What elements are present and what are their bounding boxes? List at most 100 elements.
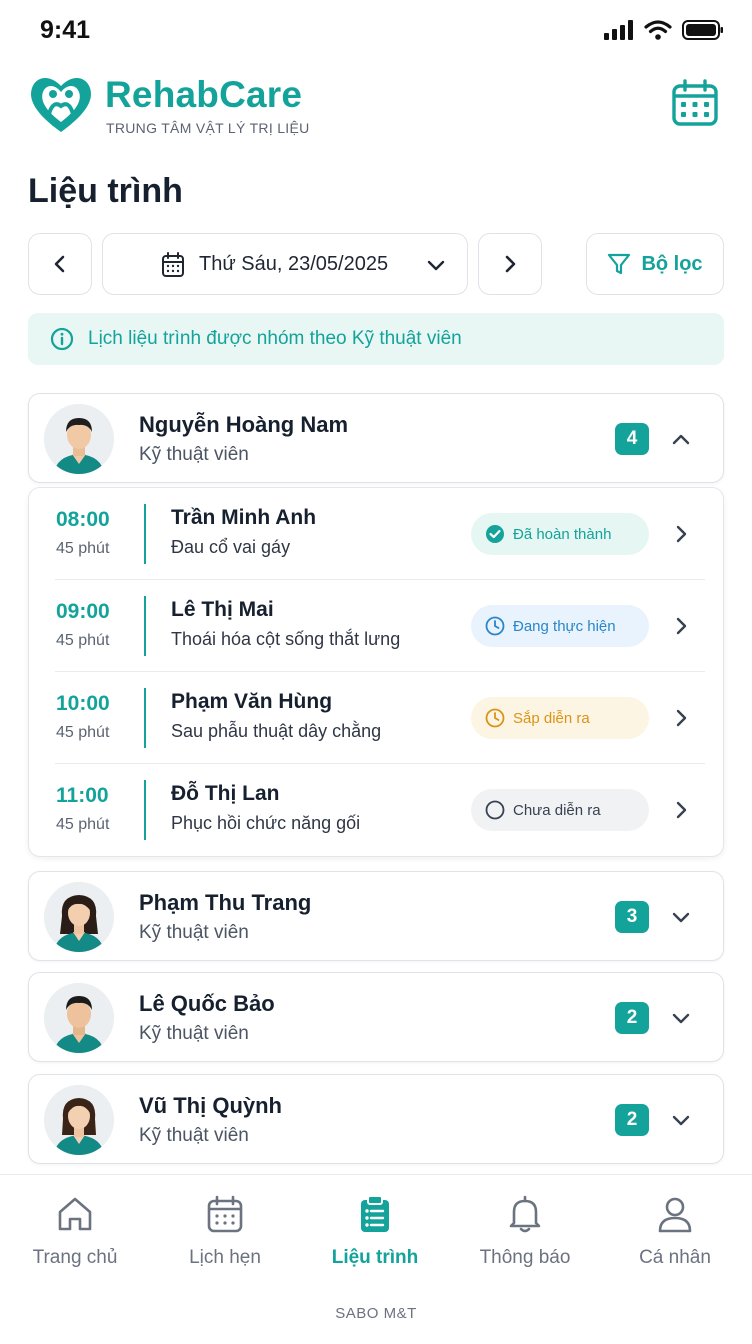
chevron-left-icon	[54, 255, 65, 273]
patient-name: Trần Minh Anh	[171, 506, 317, 529]
nav-label: Cá nhân	[639, 1247, 711, 1268]
time-divider	[144, 596, 146, 656]
calendar-icon[interactable]	[670, 78, 720, 128]
info-text: Lịch liệu trình được nhóm theo Kỹ thuật …	[88, 328, 462, 349]
chevron-right-icon[interactable]	[669, 706, 693, 730]
session-row[interactable]: 11:00 45 phút Đỗ Thị Lan Phục hồi chức n…	[29, 764, 725, 856]
status-text: Sắp diễn ra	[513, 709, 590, 727]
wifi-icon	[644, 20, 672, 40]
session-row[interactable]: 08:00 45 phút Trần Minh Anh Đau cổ vai g…	[29, 488, 725, 580]
calendar-small-icon	[162, 252, 184, 277]
session-time: 08:00	[56, 508, 110, 531]
status-text: Đang thực hiện	[513, 617, 616, 635]
chevron-down-icon[interactable]	[669, 1006, 693, 1030]
clipboard-icon	[361, 1195, 389, 1232]
status-icons	[604, 20, 724, 40]
chevron-right-icon[interactable]	[669, 522, 693, 546]
brand-name: RehabCare	[105, 74, 303, 115]
cellular-signal-icon	[604, 20, 633, 40]
chevron-right-icon[interactable]	[669, 614, 693, 638]
technician-group-header[interactable]: Vũ Thị Quỳnh Kỹ thuật viên 2	[28, 1074, 724, 1164]
nav-label: Thông báo	[479, 1247, 571, 1268]
session-time: 10:00	[56, 692, 110, 715]
date-selector[interactable]: Thứ Sáu, 23/05/2025	[102, 233, 468, 295]
session-time: 11:00	[56, 784, 109, 807]
time-divider	[144, 504, 146, 564]
chevron-down-icon	[427, 260, 445, 271]
status-text: Chưa diễn ra	[513, 801, 601, 819]
session-duration: 45 phút	[56, 632, 110, 649]
battery-icon	[682, 20, 723, 40]
technician-group-header[interactable]: Phạm Thu Trang Kỹ thuật viên 3	[28, 871, 724, 961]
session-count-badge: 3	[615, 901, 649, 933]
nav-item-appointments[interactable]: Lịch hẹn	[150, 1193, 300, 1273]
session-duration: 45 phút	[56, 724, 110, 741]
chevron-down-icon[interactable]	[669, 1108, 693, 1132]
nav-item-home[interactable]: Trang chủ	[0, 1193, 150, 1273]
time-divider	[144, 688, 146, 748]
status-badge: Đang thực hiện	[471, 605, 649, 647]
check-circle-icon	[486, 525, 504, 543]
status-badge: Chưa diễn ra	[471, 789, 649, 831]
session-row[interactable]: 09:00 45 phút Lê Thị Mai Thoái hóa cột s…	[29, 580, 725, 672]
info-icon	[50, 327, 74, 351]
next-day-button[interactable]	[478, 233, 542, 295]
selected-date: Thứ Sáu, 23/05/2025	[199, 253, 389, 275]
footer-brand: SABO M&T	[335, 1305, 417, 1322]
chevron-down-icon[interactable]	[669, 905, 693, 929]
avatar	[44, 404, 114, 474]
session-duration: 45 phút	[56, 540, 110, 557]
avatar	[44, 983, 114, 1053]
calendar-icon	[207, 1195, 243, 1233]
status-badge: Đã hoàn thành	[471, 513, 649, 555]
patient-name: Lê Thị Mai	[171, 598, 274, 621]
patient-condition: Sau phẫu thuật dây chằng	[171, 721, 382, 741]
technician-role: Kỹ thuật viên	[139, 922, 249, 943]
technician-name: Nguyễn Hoàng Nam	[139, 412, 349, 437]
technician-role: Kỹ thuật viên	[139, 1023, 249, 1044]
avatar	[44, 882, 114, 952]
time-divider	[144, 780, 146, 840]
session-list: 08:00 45 phút Trần Minh Anh Đau cổ vai g…	[28, 487, 724, 857]
technician-role: Kỹ thuật viên	[139, 1125, 249, 1146]
technician-name: Vũ Thị Quỳnh	[139, 1093, 282, 1118]
session-row[interactable]: 10:00 45 phút Phạm Văn Hùng Sau phẫu thu…	[29, 672, 725, 764]
brand-subtitle: TRUNG TÂM VẬT LÝ TRỊ LIỆU	[106, 120, 310, 136]
session-count-badge: 2	[615, 1002, 649, 1034]
technician-group-header[interactable]: Lê Quốc Bảo Kỹ thuật viên 2	[28, 972, 724, 1062]
technician-role: Kỹ thuật viên	[139, 444, 249, 465]
patient-condition: Phục hồi chức năng gối	[171, 813, 361, 833]
circle-outline-icon	[485, 800, 505, 820]
status-time: 9:41	[40, 16, 91, 44]
technician-group-header[interactable]: Nguyễn Hoàng Nam Kỹ thuật viên 4	[28, 393, 724, 483]
session-time: 09:00	[56, 600, 110, 623]
chevron-right-icon[interactable]	[669, 798, 693, 822]
patient-condition: Thoái hóa cột sống thắt lưng	[171, 629, 401, 649]
status-bar: 9:41	[0, 0, 752, 62]
session-count-badge: 4	[615, 423, 649, 455]
date-toolbar: Thứ Sáu, 23/05/2025 Bộ lọc	[28, 233, 724, 295]
nav-label: Liệu trình	[331, 1247, 419, 1268]
clock-icon	[485, 616, 505, 636]
nav-item-notifications[interactable]: Thông báo	[450, 1193, 600, 1273]
info-banner: Lịch liệu trình được nhóm theo Kỹ thuật …	[28, 313, 724, 365]
filter-icon	[608, 253, 631, 275]
clock-icon	[485, 708, 505, 728]
nav-item-profile[interactable]: Cá nhân	[600, 1193, 750, 1273]
patient-name: Đỗ Thị Lan	[171, 782, 280, 805]
previous-day-button[interactable]	[28, 233, 92, 295]
patient-name: Phạm Văn Hùng	[171, 690, 333, 713]
bottom-navigation: Trang chủ Lịch hẹn Liệu trình Thông báo …	[0, 1174, 752, 1344]
nav-label: Trang chủ	[32, 1247, 118, 1268]
home-icon	[58, 1197, 92, 1231]
patient-condition: Đau cổ vai gáy	[171, 537, 291, 557]
chevron-up-icon[interactable]	[669, 427, 693, 451]
technician-name: Lê Quốc Bảo	[139, 991, 275, 1016]
user-icon	[658, 1197, 692, 1233]
filter-button[interactable]: Bộ lọc	[586, 233, 724, 295]
app-header: RehabCare TRUNG TÂM VẬT LÝ TRỊ LIỆU	[28, 68, 724, 140]
session-count-badge: 2	[615, 1104, 649, 1136]
status-text: Đã hoàn thành	[513, 525, 612, 543]
nav-item-treatments[interactable]: Liệu trình	[300, 1193, 450, 1273]
nav-label: Lịch hẹn	[189, 1247, 261, 1268]
